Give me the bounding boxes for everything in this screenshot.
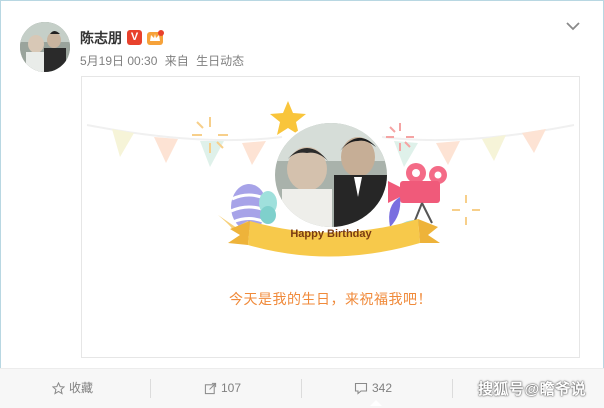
author-avatar[interactable] <box>20 22 70 72</box>
repost-button[interactable]: 107 <box>204 369 241 408</box>
bunting-flag <box>522 129 546 153</box>
bunting-flag <box>154 137 178 163</box>
comment-icon <box>354 383 368 396</box>
birthday-card[interactable]: Happy Birthday 今天是我的生日，来祝福我吧！ <box>81 76 580 358</box>
sparkle-icon <box>192 117 228 153</box>
post-meta: 5月19日 00:30 来自 生日动态 <box>80 52 248 69</box>
comment-pointer <box>370 400 382 406</box>
post-source[interactable]: 生日动态 <box>196 54 244 68</box>
repost-icon <box>204 383 217 395</box>
watermark: 搜狐号@瞻爷说 <box>478 381 587 398</box>
repost-count: 107 <box>221 381 242 395</box>
chevron-down-icon[interactable] <box>565 20 581 32</box>
bunting-flag <box>482 135 506 161</box>
author-name[interactable]: 陈志朋 <box>80 28 122 48</box>
bunting-flag <box>394 141 418 167</box>
favorite-label: 收藏 <box>69 381 94 395</box>
sparkle-icon <box>452 195 480 225</box>
birthday-message: 今天是我的生日，来祝福我吧！ <box>229 291 432 307</box>
star-outline-icon <box>51 382 66 395</box>
bunting-flag <box>112 129 134 157</box>
divider <box>301 379 302 398</box>
bunting-flag <box>242 141 266 165</box>
bunting-flag <box>436 141 460 165</box>
comment-count: 342 <box>372 381 393 395</box>
birthday-illustration: Happy Birthday <box>86 101 575 257</box>
divider <box>150 379 151 398</box>
sparkle-icon <box>386 123 414 151</box>
divider <box>452 379 453 398</box>
verified-badge-icon: V <box>127 30 142 45</box>
source-prefix: 来自 <box>164 54 189 68</box>
post-date[interactable]: 5月19日 00:30 <box>80 54 157 68</box>
favorite-button[interactable]: 收藏 <box>51 369 94 408</box>
member-crown-icon <box>147 30 164 45</box>
banner-text: Happy Birthday <box>290 228 372 240</box>
